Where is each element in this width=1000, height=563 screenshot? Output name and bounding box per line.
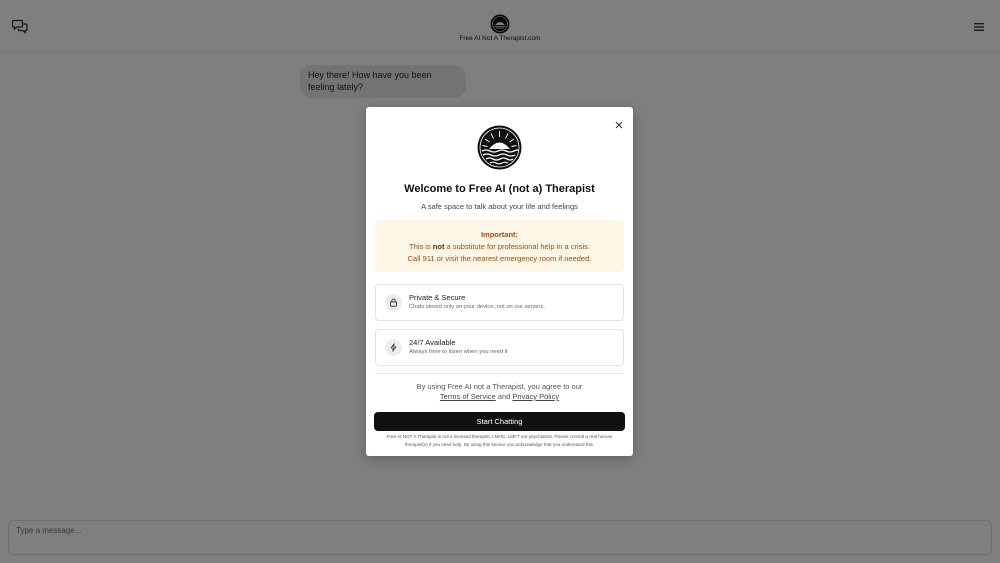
welcome-modal: Welcome to Free AI (not a) Therapist A s… <box>366 107 633 456</box>
notice-line-1-prefix: This is <box>409 242 433 251</box>
agreement-text: By using Free AI not a Therapist, you ag… <box>366 382 633 402</box>
feature-private-secure: Private & Secure Chats stored only on yo… <box>375 284 624 321</box>
agreement-prefix: By using Free AI not a Therapist, you ag… <box>416 382 583 391</box>
feature-title: Private & Secure <box>409 293 466 302</box>
feature-desc: Chats stored only on your device, not on… <box>409 304 545 310</box>
agreement-and: and <box>495 392 513 401</box>
terms-of-service-link[interactable]: Terms of Service <box>440 392 496 401</box>
start-chatting-button[interactable]: Start Chatting <box>374 412 625 431</box>
close-icon[interactable] <box>615 116 623 129</box>
notice-line-1-suffix: a substitute for professional help in a … <box>444 242 590 251</box>
feature-always-available: 24/7 Available Always here to listen whe… <box>375 329 624 366</box>
notice-emphasis: not <box>432 242 445 251</box>
agreement-links: Terms of Service and Privacy Policy <box>366 392 633 402</box>
legal-disclaimer: Free AI NOT A Therapist is not a license… <box>386 434 613 447</box>
notice-line-2: Call 911 or visit the nearest emergency … <box>407 254 592 263</box>
modal-subtitle: A safe space to talk about your life and… <box>421 202 578 211</box>
modal-title: Welcome to Free AI (not a) Therapist <box>404 183 595 195</box>
modal-divider <box>375 373 624 374</box>
notice-heading: Important: <box>480 230 519 239</box>
sunset-logo-icon <box>477 125 522 170</box>
privacy-policy-link[interactable]: Privacy Policy <box>512 392 559 401</box>
lightning-icon <box>385 339 402 356</box>
crisis-notice: Important: This is not a substitute for … <box>375 220 624 272</box>
feature-desc: Always here to listen when you need it <box>409 349 508 355</box>
feature-title: 24/7 Available <box>409 338 456 347</box>
notice-line-1: This is not a substitute for professiona… <box>375 241 624 253</box>
lock-icon <box>385 294 402 311</box>
